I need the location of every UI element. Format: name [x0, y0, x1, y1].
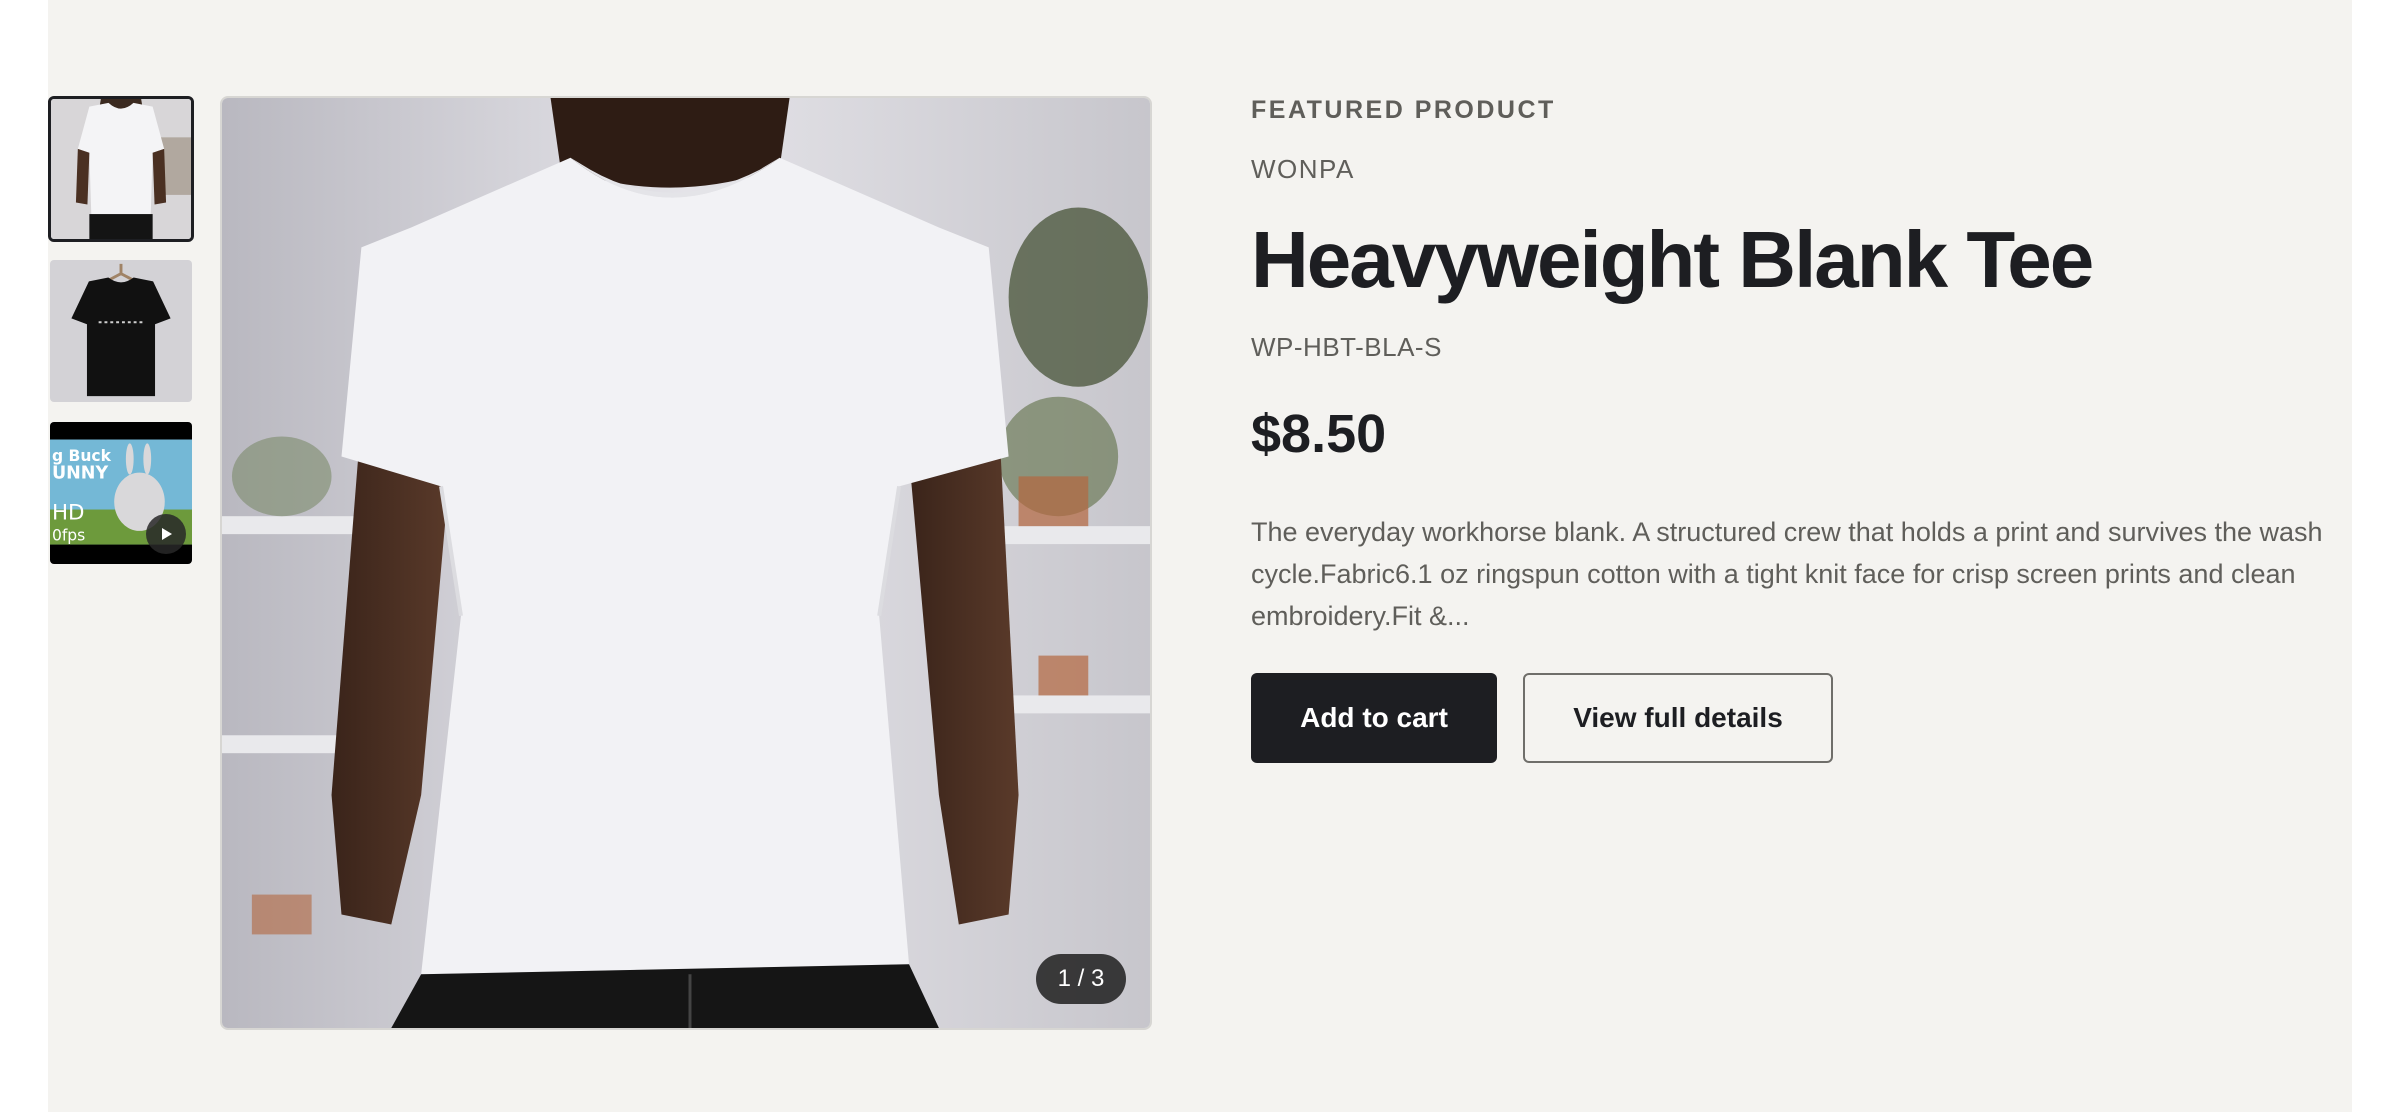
video-thumb-text-3: HD [52, 500, 85, 525]
product-info: FEATURED PRODUCT WONPA Heavyweight Blank… [1251, 96, 2351, 763]
thumbnail-video[interactable]: g Buck UNNY HD 0fps [48, 420, 194, 566]
product-actions: Add to cart View full details [1251, 673, 2351, 763]
view-full-details-button[interactable]: View full details [1523, 673, 1833, 763]
black-tee-thumbnail-image [50, 260, 192, 402]
product-title: Heavyweight Blank Tee [1251, 215, 2094, 304]
image-counter: 1 / 3 [1036, 954, 1126, 1004]
product-description: The everyday workhorse blank. A structur… [1251, 517, 2323, 631]
featured-label: FEATURED PRODUCT [1251, 96, 1556, 124]
video-thumb-text-4: 0fps [52, 527, 85, 545]
vendor-name: WONPA [1251, 154, 1355, 184]
thumbnail-list: g Buck UNNY HD 0fps [48, 96, 194, 582]
add-to-cart-button[interactable]: Add to cart [1251, 673, 1497, 763]
video-thumb-text-2: UNNY [52, 463, 109, 483]
thumbnail-white-tee[interactable] [48, 96, 194, 242]
main-product-image[interactable]: 1 / 3 [220, 96, 1152, 1030]
play-icon [146, 514, 186, 554]
product-price: $8.50 [1251, 404, 1387, 464]
video-thumb-text-1: g Buck [52, 447, 112, 465]
product-sku: WP-HBT-BLA-S [1251, 332, 1442, 362]
white-tee-thumbnail-image [51, 99, 191, 239]
white-tee-model-image [222, 98, 1150, 1028]
thumbnail-black-tee[interactable] [48, 258, 194, 404]
